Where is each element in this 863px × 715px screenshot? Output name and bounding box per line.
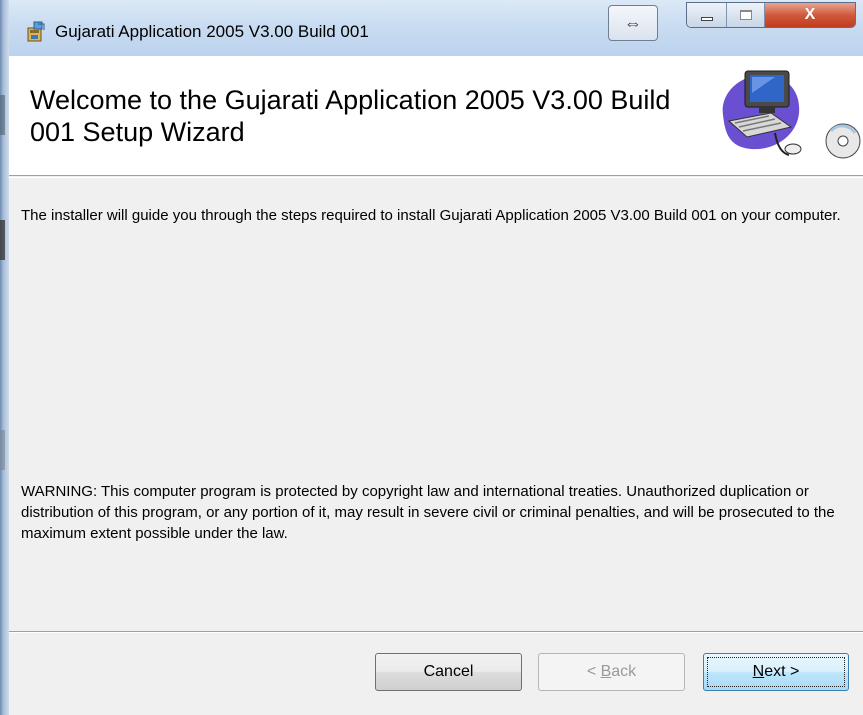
back-button[interactable]: < Back [538,653,685,691]
page-title: Welcome to the Gujarati Application 2005… [30,85,671,147]
close-icon: X [804,6,816,23]
cancel-button[interactable]: Cancel [375,653,522,691]
resize-arrows-icon: ⇔ [624,12,642,33]
next-button-label: Next > [752,663,800,680]
cancel-button-label: Cancel [423,663,474,680]
setup-wizard-window: Gujarati Application 2005 V3.00 Build 00… [0,0,863,715]
close-button[interactable]: X [765,3,855,27]
intro-text: The installer will guide you through the… [21,207,841,224]
maximize-button[interactable] [727,3,765,27]
resize-button[interactable]: ⇔ [608,5,658,41]
minimize-icon [700,17,713,21]
window-title: Gujarati Application 2005 V3.00 Build 00… [55,22,369,41]
title-bar[interactable]: Gujarati Application 2005 V3.00 Build 00… [9,0,863,56]
wizard-header-banner: Welcome to the Gujarati Application 2005… [9,56,863,176]
copyright-warning-text: WARNING: This computer program is protec… [21,483,835,542]
button-separator [9,631,863,633]
minimize-button[interactable] [687,3,727,27]
installer-package-icon [25,21,47,43]
computer-setup-graphic [715,63,863,163]
next-button[interactable]: Next > [703,653,849,691]
window-frame-left [0,0,9,715]
caption-buttons: X [686,2,856,28]
maximize-icon [739,10,752,20]
back-button-label: < Back [586,663,637,680]
